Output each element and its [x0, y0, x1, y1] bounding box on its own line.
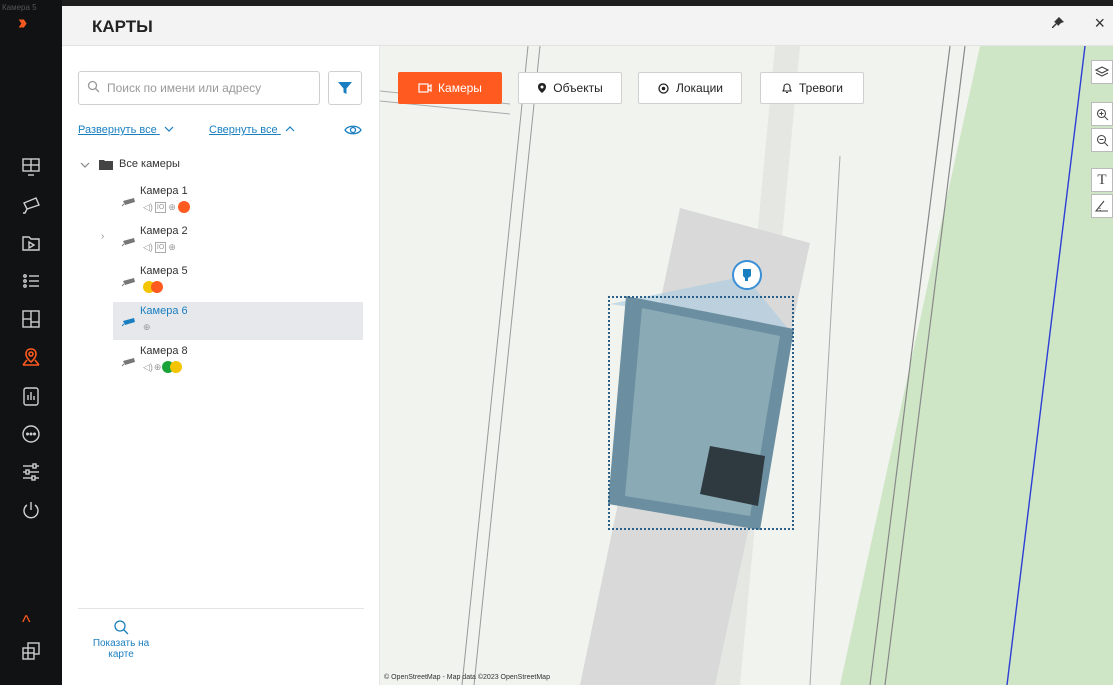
- camera-name: Камера 5: [140, 265, 188, 277]
- tab-label: Тревоги: [799, 81, 843, 95]
- sound-icon: ◁): [143, 361, 153, 372]
- ptz-icon: ⊕: [143, 321, 151, 332]
- tree-node-camera-5[interactable]: Камера 5: [113, 262, 363, 300]
- folder-icon: [99, 160, 113, 170]
- search-icon: [114, 620, 129, 635]
- camera-status: ◁) IO ⊕: [143, 240, 176, 254]
- camera-view-frame[interactable]: [608, 296, 794, 530]
- zoom-out-icon[interactable]: [1091, 128, 1113, 152]
- cctv-camera-icon: [121, 354, 137, 372]
- monitor-layout-icon[interactable]: [14, 152, 48, 182]
- tab-alarms[interactable]: Тревоги: [760, 72, 864, 104]
- chevron-right-icon[interactable]: ›: [101, 231, 104, 242]
- camera-status: ⊕: [143, 320, 151, 334]
- sidebar-footer: Показать на карте: [78, 608, 364, 660]
- maps-window: КАРТЫ × Развернуть все Свернуть все: [62, 6, 1113, 685]
- tree-root[interactable]: Все камеры: [78, 156, 278, 176]
- chevron-up-icon: [285, 126, 295, 132]
- collapse-all-label: Свернуть все: [209, 124, 278, 136]
- cctv-camera-icon: [121, 234, 137, 252]
- camera-name: Камера 6: [140, 305, 188, 317]
- tab-locations[interactable]: Локации: [638, 72, 742, 104]
- text-tool-icon[interactable]: T: [1091, 168, 1113, 192]
- filter-icon: [338, 82, 352, 94]
- alarm-status-dot: [151, 281, 163, 293]
- windows-icon[interactable]: [14, 636, 48, 666]
- power-icon[interactable]: [14, 495, 48, 525]
- close-button[interactable]: ×: [1094, 13, 1105, 34]
- io-icon: IO: [154, 241, 167, 253]
- cctv-camera-icon: [121, 194, 137, 212]
- events-list-icon[interactable]: [14, 266, 48, 296]
- search-icon: [87, 80, 100, 98]
- angle-tool-icon[interactable]: [1091, 194, 1113, 218]
- chevron-down-icon: [80, 162, 90, 168]
- video-archive-icon[interactable]: [14, 228, 48, 258]
- camera-status: ◁) IO ⊕: [143, 200, 190, 214]
- search-box: [78, 71, 320, 105]
- tree-controls: Развернуть все Свернуть все: [78, 124, 368, 142]
- expand-all-link[interactable]: Развернуть все: [78, 124, 174, 136]
- tab-label: Камеры: [438, 81, 482, 95]
- chevron-down-icon: [164, 126, 174, 132]
- sound-icon: ◁): [143, 241, 153, 252]
- map-view[interactable]: Камеры Объекты Локации Тревоги T © OpenS…: [380, 46, 1113, 685]
- chevron-up-icon[interactable]: ^: [22, 612, 30, 633]
- layers-icon[interactable]: [1091, 60, 1113, 84]
- layout-grid-icon[interactable]: [14, 304, 48, 334]
- tab-cameras[interactable]: Камеры: [398, 72, 502, 104]
- ptz-icon: ⊕: [168, 241, 176, 252]
- zoom-in-icon[interactable]: [1091, 102, 1113, 126]
- camera-status: ◁) ⊕: [143, 360, 183, 374]
- camera-icon: [418, 83, 432, 93]
- cctv-camera-icon: [121, 314, 137, 332]
- pin-icon[interactable]: [1051, 16, 1065, 33]
- tree-node-camera-2[interactable]: › Камера 2 ◁) IO ⊕: [101, 222, 363, 260]
- search-input[interactable]: [107, 78, 312, 98]
- location-target-icon: [658, 82, 669, 94]
- eye-icon[interactable]: [344, 124, 362, 139]
- camera-name: Камера 1: [140, 185, 188, 197]
- camera-name: Камера 8: [140, 345, 188, 357]
- sound-icon: ◁): [143, 201, 153, 212]
- expand-rail-button[interactable]: ››: [18, 12, 28, 35]
- tree-node-camera-8[interactable]: Камера 8 ◁) ⊕: [113, 342, 363, 380]
- camera-map-marker[interactable]: [732, 260, 762, 290]
- page-title: КАРТЫ: [92, 17, 153, 36]
- camera-name: Камера 2: [140, 225, 188, 237]
- ptz-icon: ⊕: [153, 361, 162, 372]
- ptz-icon: ⊕: [168, 201, 176, 212]
- tab-label: Объекты: [553, 81, 603, 95]
- collapse-all-link[interactable]: Свернуть все: [209, 124, 295, 136]
- more-icon[interactable]: [14, 419, 48, 449]
- corner-tag: Камера 5: [2, 3, 37, 12]
- show-on-map-button[interactable]: Показать на карте: [86, 619, 156, 660]
- map-attribution: © OpenStreetMap - Map data ©2023 OpenStr…: [384, 674, 550, 681]
- camera-status: [143, 280, 163, 294]
- cctv-camera-icon: [121, 274, 137, 292]
- show-on-map-label: Показать на карте: [92, 638, 150, 660]
- expand-all-label: Развернуть все: [78, 124, 157, 136]
- filter-button[interactable]: [328, 71, 362, 105]
- alarm-status-dot: [177, 201, 190, 213]
- cctv-camera-icon[interactable]: [14, 190, 48, 220]
- tab-label: Локации: [675, 81, 723, 95]
- io-icon: IO: [154, 201, 167, 213]
- tree-root-label: Все камеры: [119, 158, 180, 170]
- camera-tree-panel: Развернуть все Свернуть все Все камеры К…: [62, 46, 380, 685]
- map-location-icon[interactable]: [14, 342, 48, 372]
- tree-node-camera-6[interactable]: Камера 6 ⊕: [113, 302, 363, 340]
- title-bar: КАРТЫ ×: [62, 6, 1113, 46]
- report-icon[interactable]: [14, 381, 48, 411]
- bell-icon: [782, 83, 792, 93]
- tree-node-camera-1[interactable]: Камера 1 ◁) IO ⊕: [113, 182, 363, 220]
- warning-status-dot: [170, 361, 183, 373]
- pin-marker-icon: [538, 83, 547, 93]
- nav-rail: Камера 5 ›› ^: [0, 0, 62, 685]
- cctv-camera-icon: [743, 269, 751, 281]
- tab-objects[interactable]: Объекты: [518, 72, 622, 104]
- settings-sliders-icon[interactable]: [14, 457, 48, 487]
